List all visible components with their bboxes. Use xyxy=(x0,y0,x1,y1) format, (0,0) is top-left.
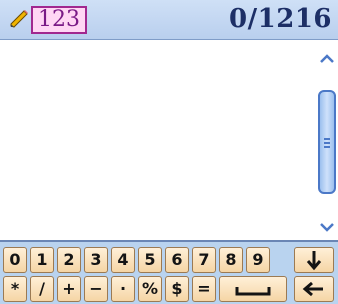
key-multiply[interactable]: * xyxy=(3,276,27,302)
character-counter: 0/1216 xyxy=(229,4,332,34)
scroll-thumb[interactable] xyxy=(318,90,336,194)
numeric-keyboard: 0 1 2 3 4 5 6 7 8 9 * / + − · % $ = xyxy=(0,240,338,304)
input-mode-badge[interactable]: 123 xyxy=(31,6,87,34)
key-plus[interactable]: + xyxy=(57,276,81,302)
left-arrow-icon xyxy=(302,281,323,297)
key-dot[interactable]: · xyxy=(111,276,135,302)
key-dollar[interactable]: $ xyxy=(165,276,189,302)
key-divide[interactable]: / xyxy=(30,276,54,302)
key-equals[interactable]: = xyxy=(192,276,216,302)
key-4[interactable]: 4 xyxy=(111,247,135,273)
scroll-up-icon[interactable] xyxy=(316,48,338,70)
key-8[interactable]: 8 xyxy=(219,247,243,273)
key-3[interactable]: 3 xyxy=(84,247,108,273)
header-bar: 123 0/1216 xyxy=(0,0,338,40)
key-1[interactable]: 1 xyxy=(30,247,54,273)
key-0[interactable]: 0 xyxy=(3,247,27,273)
key-9[interactable]: 9 xyxy=(246,247,270,273)
key-space[interactable] xyxy=(219,276,287,302)
space-bar-icon xyxy=(235,287,271,296)
text-input-area[interactable] xyxy=(0,40,316,240)
key-2[interactable]: 2 xyxy=(57,247,81,273)
key-percent[interactable]: % xyxy=(138,276,162,302)
key-backspace[interactable] xyxy=(294,276,334,302)
key-down[interactable] xyxy=(294,247,334,273)
vertical-scrollbar[interactable] xyxy=(316,40,338,240)
key-5[interactable]: 5 xyxy=(138,247,162,273)
key-7[interactable]: 7 xyxy=(192,247,216,273)
pencil-icon[interactable] xyxy=(8,8,30,30)
scroll-down-icon[interactable] xyxy=(316,216,338,238)
key-6[interactable]: 6 xyxy=(165,247,189,273)
key-minus[interactable]: − xyxy=(84,276,108,302)
down-arrow-icon xyxy=(306,251,322,271)
